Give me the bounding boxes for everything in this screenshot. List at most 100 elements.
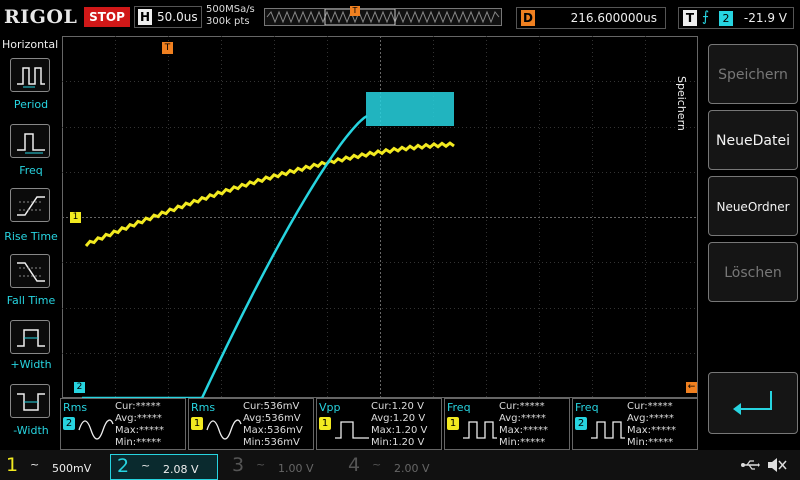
channel-scale: 500mV — [52, 462, 92, 475]
channel-1-tab[interactable]: 1 ~500mV — [0, 454, 108, 480]
measurement-stat: Min:***** — [627, 437, 674, 448]
delay-label: D — [521, 10, 535, 26]
trigger-level-marker: ← — [686, 382, 697, 393]
channel-number: 3 — [232, 454, 245, 476]
timebase-indicator[interactable]: H 50.0us — [134, 6, 202, 28]
save-softkey-menu: Speichern Speichern NeueDatei NeueOrdner… — [675, 36, 800, 450]
trigger-source: 2 — [719, 11, 733, 26]
new-folder-button[interactable]: NeueOrdner — [708, 176, 798, 236]
channel-scale: 2.00 V — [394, 462, 430, 475]
channel-coupling: ~ — [141, 459, 151, 472]
frequency-wave-icon — [591, 421, 625, 439]
top-status-bar: RIGOL STOP H 50.0us 500MSa/s 300k pts T … — [0, 0, 800, 36]
sample-rate: 500MSa/s — [206, 4, 255, 15]
measurement-stat: Min:536mV — [243, 437, 300, 448]
ch1-waveform — [84, 141, 455, 247]
period-button[interactable] — [10, 58, 50, 92]
channel-bar: 1 ~500mV 2 ~2.08 V 3 ~1.00 V 4 ~2.00 V — [0, 450, 800, 480]
measurement-item[interactable]: Rms 1 Cur:536mV Avg:536mV Max:536mV Min:536mV — [188, 398, 314, 450]
menu-title: Speichern — [675, 76, 688, 131]
rise-time-button[interactable] — [10, 188, 50, 222]
measurement-channel-badge: 1 — [447, 417, 459, 430]
channel-number: 2 — [117, 455, 130, 477]
usb-icon — [741, 460, 760, 470]
measurement-name: Rms — [191, 401, 216, 414]
rise-time-icon — [17, 196, 45, 216]
measurement-item[interactable]: Rms 2 Cur:***** Avg:***** Max:***** Min:***** — [60, 398, 186, 450]
sidebar-title: Horizontal — [2, 38, 59, 51]
negative-width-icon — [17, 393, 45, 411]
trigger-indicator[interactable]: T ⨍ 2 -21.9 V — [678, 7, 794, 29]
measurement-stat: Max:***** — [627, 425, 677, 436]
back-button[interactable] — [708, 372, 798, 434]
measurement-stat: Cur:***** — [115, 401, 161, 412]
measurement-channel-badge: 2 — [63, 417, 75, 430]
rigol-logo: RIGOL — [4, 6, 78, 28]
measurement-stats: Cur:***** Avg:***** Max:***** Min:***** — [115, 401, 164, 449]
run-stop-status[interactable]: STOP — [84, 7, 130, 27]
positive-width-button[interactable] — [10, 320, 50, 354]
measure-sidebar: Horizontal Period Freq Rise Time Fall Ti… — [0, 36, 60, 450]
measurement-stat: Max:1.20 V — [371, 425, 428, 436]
frequency-icon — [17, 133, 45, 154]
delay-value: 216.600000us — [570, 11, 657, 25]
fall-time-icon — [17, 262, 45, 282]
measurement-stat: Avg:1.20 V — [371, 413, 426, 424]
channel-3-tab[interactable]: 3 ~1.00 V — [226, 454, 334, 480]
channel-number: 4 — [348, 454, 361, 476]
sine-wave-icon — [78, 419, 114, 440]
channel-4-tab[interactable]: 4 ~2.00 V — [342, 454, 450, 480]
measurement-channel-badge: 2 — [575, 417, 587, 430]
measurement-stat: Avg:***** — [499, 413, 546, 424]
channel-scale: 2.08 V — [163, 463, 199, 476]
delete-button[interactable]: Löschen — [708, 242, 798, 302]
measurement-name: Vpp — [319, 401, 341, 414]
speaker-muted-icon[interactable] — [766, 456, 788, 474]
period-icon — [17, 67, 45, 88]
negative-width-button[interactable] — [10, 384, 50, 418]
measurement-name: Freq — [447, 401, 471, 414]
measurement-stat: Cur:***** — [499, 401, 545, 412]
frequency-label: Freq — [19, 164, 43, 177]
channel-tabs: 1 ~500mV 2 ~2.08 V 3 ~1.00 V 4 ~2.00 V — [0, 450, 720, 480]
measurement-item[interactable]: Freq 2 Cur:***** Avg:***** Max:***** Min:****… — [572, 398, 698, 450]
measurement-item[interactable]: Freq 1 Cur:***** Avg:***** Max:***** Min:****… — [444, 398, 570, 450]
measurement-stat: Cur:***** — [627, 401, 673, 412]
measurement-stat: Max:536mV — [243, 425, 303, 436]
channel-coupling: ~ — [256, 458, 266, 471]
waveform-traces — [82, 92, 455, 398]
measurement-name: Rms — [63, 401, 88, 414]
channel-coupling: ~ — [30, 458, 40, 471]
measurement-bar: Rms 2 Cur:***** Avg:***** Max:***** Min:*****… — [60, 398, 700, 450]
timebase-label: H — [138, 9, 152, 25]
period-label: Period — [13, 98, 49, 111]
measurement-name: Freq — [575, 401, 599, 414]
measurement-stat: Min:***** — [499, 437, 546, 448]
channel-scale: 1.00 V — [278, 462, 314, 475]
horizontal-delay[interactable]: D 216.600000us — [516, 7, 666, 29]
measurement-stat: Cur:536mV — [243, 401, 300, 412]
waveform-display[interactable]: T 1 2 ← — [62, 36, 698, 398]
measurement-stat: Min:1.20 V — [371, 437, 425, 448]
trigger-position-marker: T — [162, 42, 173, 54]
measurement-item[interactable]: Vpp 1 Cur:1.20 V Avg:1.20 V Max:1.20 V Min:1.… — [316, 398, 442, 450]
measurement-stat: Avg:536mV — [243, 413, 301, 424]
new-file-button[interactable]: NeueDatei — [708, 110, 798, 170]
trigger-level: -21.9 V — [743, 11, 787, 25]
fall-time-button[interactable] — [10, 254, 50, 288]
sine-wave-icon — [206, 419, 242, 440]
measurement-stats: Cur:1.20 V Avg:1.20 V Max:1.20 V Min:1.20 V — [371, 401, 427, 449]
ch2-waveform — [82, 114, 368, 398]
memory-position-bar[interactable]: T — [264, 6, 502, 26]
channel-2-tab[interactable]: 2 ~2.08 V — [110, 454, 218, 480]
ch2-noise-band — [366, 92, 454, 126]
frequency-button[interactable] — [10, 124, 50, 158]
memory-waveform-icon — [266, 8, 500, 26]
measurement-stat: Min:***** — [115, 437, 162, 448]
fall-time-label: Fall Time — [6, 294, 56, 307]
save-button[interactable]: Speichern — [708, 44, 798, 104]
ch1-offset-marker: 1 — [70, 212, 81, 223]
ch2-offset-marker: 2 — [74, 382, 85, 393]
return-arrow-icon — [733, 391, 772, 415]
measurement-channel-badge: 1 — [191, 417, 203, 430]
